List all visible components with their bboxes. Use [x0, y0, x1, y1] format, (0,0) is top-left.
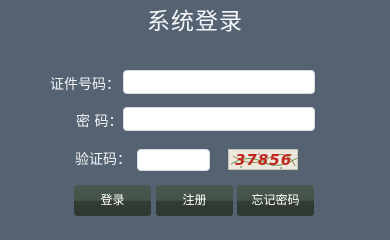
captcha-image[interactable]: 37856 [228, 149, 298, 170]
captcha-label: 验证码： [75, 152, 131, 168]
forgot-password-button[interactable]: 忘记密码 [237, 185, 314, 216]
id-number-input[interactable] [123, 70, 315, 94]
password-input[interactable] [123, 107, 315, 131]
register-button[interactable]: 注册 [156, 185, 233, 216]
page-title: 系统登录 [147, 9, 243, 35]
login-button[interactable]: 登录 [74, 185, 151, 216]
captcha-input[interactable] [137, 149, 210, 171]
id-number-label: 证件号码： [50, 77, 120, 93]
captcha-text: 37856 [235, 151, 293, 169]
password-label: 密 码： [76, 114, 123, 130]
